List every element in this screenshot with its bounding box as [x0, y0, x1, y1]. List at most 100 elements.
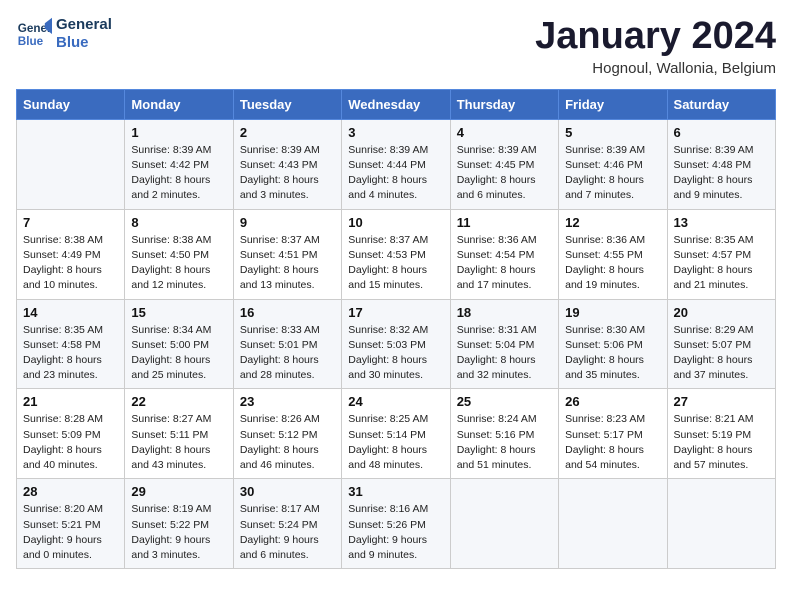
day-number: 19 — [565, 305, 660, 320]
calendar-table: SundayMondayTuesdayWednesdayThursdayFrid… — [16, 89, 776, 569]
day-cell: 18Sunrise: 8:31 AMSunset: 5:04 PMDayligh… — [450, 299, 558, 389]
day-cell: 9 Sunrise: 8:37 AMSunset: 4:51 PMDaylight… — [233, 209, 341, 299]
day-cell: 29Sunrise: 8:19 AMSunset: 5:22 PMDayligh… — [125, 479, 233, 569]
day-number: 5 — [565, 125, 660, 140]
day-cell: 26 Sunrise: 8:23 AMSunset: 5:17 PMDayligh… — [559, 389, 667, 479]
day-number: 23 — [240, 394, 335, 409]
day-cell: 17 Sunrise: 8:32 AMSunset: 5:03 PMDayligh… — [342, 299, 450, 389]
day-number: 21 — [23, 394, 118, 409]
day-detail: Sunrise: 8:17 AMSunset: 5:24 PMDaylight:… — [240, 502, 335, 563]
title-block: January 2024 Hognoul, Wallonia, Belgium — [535, 16, 776, 77]
day-detail: Sunrise: 8:35 AMSunset: 4:57 PMDaylight:… — [674, 233, 769, 294]
logo: General Blue General Blue — [16, 16, 112, 52]
day-number: 9 — [240, 215, 335, 230]
week-row-3: 14 Sunrise: 8:35 AMSunset: 4:58 PMDayligh… — [17, 299, 776, 389]
day-number: 11 — [457, 215, 552, 230]
day-cell — [17, 119, 125, 209]
day-cell: 20 Sunrise: 8:29 AMSunset: 5:07 PMDayligh… — [667, 299, 775, 389]
day-detail: Sunrise: 8:28 AMSunset: 5:09 PMDaylight:… — [23, 412, 118, 473]
day-detail: Sunrise: 8:38 AMSunset: 4:50 PMDaylight:… — [131, 233, 226, 294]
day-detail: Sunrise: 8:35 AMSunset: 4:58 PMDaylight:… — [23, 323, 118, 384]
day-detail: Sunrise: 8:39 AMSunset: 4:44 PMDaylight:… — [348, 143, 443, 204]
day-detail: Sunrise: 8:33 AMSunset: 5:01 PMDaylight:… — [240, 323, 335, 384]
week-row-1: 1Sunrise: 8:39 AMSunset: 4:42 PMDaylight… — [17, 119, 776, 209]
logo-text-blue: Blue — [56, 34, 112, 52]
day-cell — [559, 479, 667, 569]
day-cell: 15 Sunrise: 8:34 AMSunset: 5:00 PMDayligh… — [125, 299, 233, 389]
day-cell: 19 Sunrise: 8:30 AMSunset: 5:06 PMDayligh… — [559, 299, 667, 389]
logo-text-general: General — [56, 16, 112, 34]
day-cell: 24 Sunrise: 8:25 AMSunset: 5:14 PMDayligh… — [342, 389, 450, 479]
day-cell: 28Sunrise: 8:20 AMSunset: 5:21 PMDayligh… — [17, 479, 125, 569]
header-cell-wednesday: Wednesday — [342, 89, 450, 119]
day-detail: Sunrise: 8:37 AMSunset: 4:53 PMDaylight:… — [348, 233, 443, 294]
day-number: 15 — [131, 305, 226, 320]
day-number: 22 — [131, 394, 226, 409]
day-detail: Sunrise: 8:39 AMSunset: 4:42 PMDaylight:… — [131, 143, 226, 204]
day-number: 20 — [674, 305, 769, 320]
day-detail: Sunrise: 8:30 AMSunset: 5:06 PMDaylight:… — [565, 323, 660, 384]
day-cell — [450, 479, 558, 569]
day-cell: 2Sunrise: 8:39 AMSunset: 4:43 PMDaylight… — [233, 119, 341, 209]
day-number: 25 — [457, 394, 552, 409]
week-row-5: 28Sunrise: 8:20 AMSunset: 5:21 PMDayligh… — [17, 479, 776, 569]
day-cell: 30 Sunrise: 8:17 AMSunset: 5:24 PMDayligh… — [233, 479, 341, 569]
week-row-4: 21 Sunrise: 8:28 AMSunset: 5:09 PMDayligh… — [17, 389, 776, 479]
logo-icon: General Blue — [16, 16, 52, 52]
day-number: 14 — [23, 305, 118, 320]
day-detail: Sunrise: 8:23 AMSunset: 5:17 PMDaylight:… — [565, 412, 660, 473]
calendar-body: 1Sunrise: 8:39 AMSunset: 4:42 PMDaylight… — [17, 119, 776, 568]
day-detail: Sunrise: 8:37 AMSunset: 4:51 PMDaylight:… — [240, 233, 335, 294]
week-row-2: 7 Sunrise: 8:38 AMSunset: 4:49 PMDaylight… — [17, 209, 776, 299]
day-number: 6 — [674, 125, 769, 140]
day-cell: 12Sunrise: 8:36 AMSunset: 4:55 PMDayligh… — [559, 209, 667, 299]
month-title: January 2024 — [535, 16, 776, 58]
header-cell-sunday: Sunday — [17, 89, 125, 119]
day-number: 17 — [348, 305, 443, 320]
day-detail: Sunrise: 8:25 AMSunset: 5:14 PMDaylight:… — [348, 412, 443, 473]
day-cell — [667, 479, 775, 569]
day-detail: Sunrise: 8:26 AMSunset: 5:12 PMDaylight:… — [240, 412, 335, 473]
day-detail: Sunrise: 8:32 AMSunset: 5:03 PMDaylight:… — [348, 323, 443, 384]
day-number: 24 — [348, 394, 443, 409]
svg-text:Blue: Blue — [18, 35, 44, 48]
header-cell-monday: Monday — [125, 89, 233, 119]
day-detail: Sunrise: 8:34 AMSunset: 5:00 PMDaylight:… — [131, 323, 226, 384]
day-cell: 22Sunrise: 8:27 AMSunset: 5:11 PMDayligh… — [125, 389, 233, 479]
day-cell: 27Sunrise: 8:21 AMSunset: 5:19 PMDayligh… — [667, 389, 775, 479]
day-number: 31 — [348, 484, 443, 499]
day-cell: 4 Sunrise: 8:39 AMSunset: 4:45 PMDaylight… — [450, 119, 558, 209]
location-subtitle: Hognoul, Wallonia, Belgium — [535, 60, 776, 77]
day-number: 10 — [348, 215, 443, 230]
day-cell: 11 Sunrise: 8:36 AMSunset: 4:54 PMDayligh… — [450, 209, 558, 299]
day-detail: Sunrise: 8:19 AMSunset: 5:22 PMDaylight:… — [131, 502, 226, 563]
day-detail: Sunrise: 8:36 AMSunset: 4:54 PMDaylight:… — [457, 233, 552, 294]
day-cell: 13 Sunrise: 8:35 AMSunset: 4:57 PMDayligh… — [667, 209, 775, 299]
day-detail: Sunrise: 8:29 AMSunset: 5:07 PMDaylight:… — [674, 323, 769, 384]
day-cell: 23 Sunrise: 8:26 AMSunset: 5:12 PMDayligh… — [233, 389, 341, 479]
header-cell-thursday: Thursday — [450, 89, 558, 119]
day-number: 4 — [457, 125, 552, 140]
day-number: 7 — [23, 215, 118, 230]
day-cell: 3Sunrise: 8:39 AMSunset: 4:44 PMDaylight… — [342, 119, 450, 209]
day-detail: Sunrise: 8:39 AMSunset: 4:45 PMDaylight:… — [457, 143, 552, 204]
day-number: 18 — [457, 305, 552, 320]
day-number: 26 — [565, 394, 660, 409]
day-detail: Sunrise: 8:39 AMSunset: 4:46 PMDaylight:… — [565, 143, 660, 204]
day-number: 13 — [674, 215, 769, 230]
day-number: 30 — [240, 484, 335, 499]
day-cell: 10 Sunrise: 8:37 AMSunset: 4:53 PMDayligh… — [342, 209, 450, 299]
day-number: 16 — [240, 305, 335, 320]
day-cell: 6Sunrise: 8:39 AMSunset: 4:48 PMDaylight… — [667, 119, 775, 209]
header-row: SundayMondayTuesdayWednesdayThursdayFrid… — [17, 89, 776, 119]
day-cell: 5 Sunrise: 8:39 AMSunset: 4:46 PMDaylight… — [559, 119, 667, 209]
day-detail: Sunrise: 8:16 AMSunset: 5:26 PMDaylight:… — [348, 502, 443, 563]
day-detail: Sunrise: 8:36 AMSunset: 4:55 PMDaylight:… — [565, 233, 660, 294]
day-detail: Sunrise: 8:38 AMSunset: 4:49 PMDaylight:… — [23, 233, 118, 294]
day-number: 28 — [23, 484, 118, 499]
day-cell: 21 Sunrise: 8:28 AMSunset: 5:09 PMDayligh… — [17, 389, 125, 479]
day-cell: 1Sunrise: 8:39 AMSunset: 4:42 PMDaylight… — [125, 119, 233, 209]
day-detail: Sunrise: 8:24 AMSunset: 5:16 PMDaylight:… — [457, 412, 552, 473]
day-cell: 14 Sunrise: 8:35 AMSunset: 4:58 PMDayligh… — [17, 299, 125, 389]
day-number: 2 — [240, 125, 335, 140]
